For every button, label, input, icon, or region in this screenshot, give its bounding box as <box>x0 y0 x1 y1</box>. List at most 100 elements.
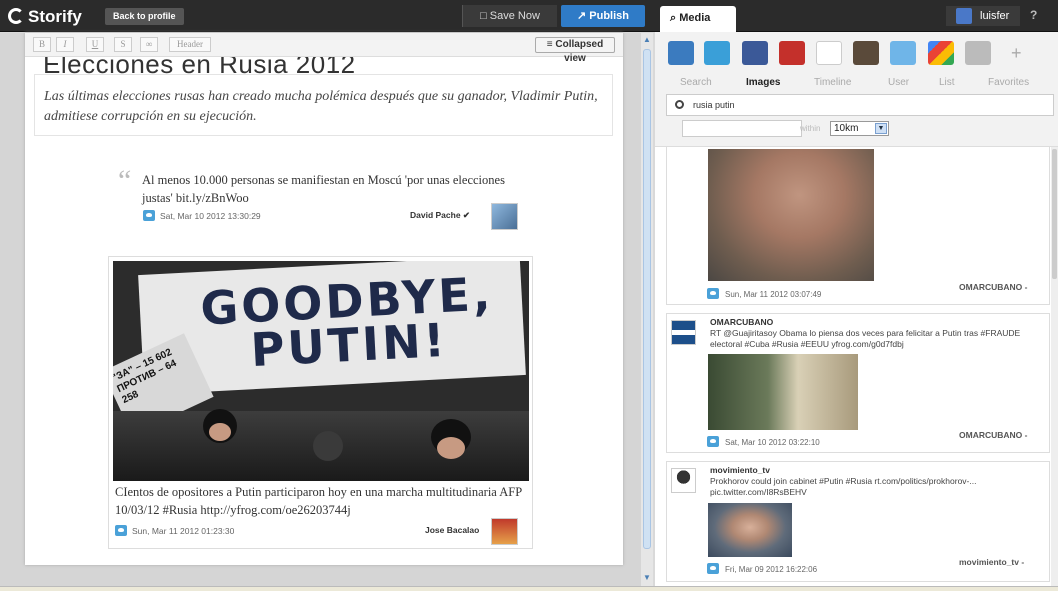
logo-text: Storify <box>28 7 82 26</box>
result-author: OMARCUBANO - <box>959 282 1028 292</box>
publish-icon: ↗ <box>576 10 590 22</box>
collapsed-label: Collapsed view <box>555 39 604 64</box>
collapsed-view-button[interactable]: ≡ Collapsed view <box>535 37 615 64</box>
scroll-down-icon[interactable]: ▼ <box>642 573 652 583</box>
tweet-author[interactable]: David Pache ✔ <box>410 210 470 221</box>
help-button[interactable]: ? <box>1030 8 1037 22</box>
save-label: Save Now <box>489 10 540 22</box>
result-photo[interactable] <box>708 149 874 281</box>
result-text: Prokhorov could join cabinet #Putin #Rus… <box>710 476 977 497</box>
search-icon <box>675 100 684 109</box>
editor-scrollbar[interactable]: ▲ ▼ <box>641 33 653 586</box>
within-label: within <box>800 124 821 133</box>
tweet-date[interactable]: Sat, Mar 10 2012 13:30:29 <box>160 211 261 221</box>
underline-button[interactable]: U <box>86 37 104 52</box>
story-editor: Elecciones en Rusia 2012 B I U S ∞ Heade… <box>0 33 653 586</box>
image-caption: CIentos de opositores a Putin participar… <box>115 485 522 517</box>
image-date[interactable]: Sun, Mar 11 2012 01:23:30 <box>132 526 234 536</box>
scrollbar-thumb[interactable] <box>1052 149 1057 279</box>
author-avatar[interactable] <box>491 203 518 230</box>
instagram-source-icon[interactable] <box>853 41 879 65</box>
scroll-up-icon[interactable]: ▲ <box>642 35 652 45</box>
user-menu-button[interactable]: luisfer <box>946 6 1020 26</box>
top-bar: Storify Back to profile □ Save Now ↗ Pub… <box>0 0 1058 32</box>
twitter-source-icon[interactable] <box>704 41 730 65</box>
media-result[interactable]: Sun, Mar 11 2012 03:07:49 OMARCUBANO - <box>666 147 1050 305</box>
result-date: Fri, Mar 09 2012 16:22:06 <box>725 565 818 574</box>
feed-source-icon[interactable] <box>890 41 916 65</box>
header-button[interactable]: Header <box>169 37 211 52</box>
sign-text: GOODBYE, PUTIN! <box>199 266 495 378</box>
location-input[interactable] <box>682 120 802 137</box>
twitter-icon <box>707 288 719 299</box>
flickr-source-icon[interactable] <box>816 41 842 65</box>
storify-source-icon[interactable] <box>668 41 694 65</box>
radius-value: 10km <box>834 123 859 134</box>
scrollbar-thumb[interactable] <box>643 49 651 549</box>
tab-images[interactable]: Images <box>746 77 780 88</box>
add-source-icon[interactable]: + <box>1011 43 1022 64</box>
media-result[interactable]: OMARCUBANO RT @Guajiritasoy Obama lo pie… <box>666 313 1050 453</box>
twitter-icon <box>143 210 155 221</box>
bold-button[interactable]: B <box>33 37 51 52</box>
status-bar <box>0 586 1058 591</box>
user-avatar <box>956 8 972 24</box>
result-handle: OMARCUBANO <box>710 317 774 327</box>
radius-select[interactable]: 10km ▼ <box>830 121 889 136</box>
image-author[interactable]: Jose Bacalao <box>425 525 479 535</box>
format-toolbar: B I U S ∞ Header ≡ Collapsed view <box>25 33 623 64</box>
protest-photo[interactable]: GOODBYE, PUTIN! "ЗА" – 15 602 ПРОТИВ – 6… <box>113 261 529 481</box>
storify-logo-icon <box>8 8 24 24</box>
result-photo[interactable] <box>708 503 792 557</box>
result-text: RT @Guajiritasoy Obama lo piensa dos vec… <box>710 328 1021 349</box>
chevron-down-icon: ▼ <box>875 123 887 134</box>
result-avatar <box>671 320 696 345</box>
strike-button[interactable]: S <box>114 37 132 52</box>
save-now-button[interactable]: □ Save Now <box>462 5 557 27</box>
tab-search[interactable]: Search <box>680 77 712 88</box>
quote-icon: “ <box>118 164 132 197</box>
result-handle: movimiento_tv <box>710 465 770 475</box>
publish-label: Publish <box>589 10 629 22</box>
media-tab-label: Media <box>679 12 711 24</box>
media-panel: + Search Images Timeline User List Favor… <box>655 32 1058 586</box>
link-icon: ∞ <box>145 39 153 49</box>
storify-logo[interactable]: Storify <box>8 7 82 27</box>
tab-user[interactable]: User <box>888 77 909 88</box>
result-date: Sun, Mar 11 2012 03:07:49 <box>725 290 822 299</box>
youtube-source-icon[interactable] <box>779 41 805 65</box>
italic-button[interactable]: I <box>56 37 74 52</box>
link-button[interactable]: ∞ <box>140 37 158 52</box>
result-author: OMARCUBANO - <box>959 430 1028 440</box>
story-description[interactable]: Las últimas elecciones rusas han creado … <box>34 74 613 136</box>
result-photo[interactable] <box>708 354 858 430</box>
media-result[interactable]: movimiento_tv Prokhorov could join cabin… <box>666 461 1050 582</box>
back-to-profile-button[interactable]: Back to profile <box>105 8 184 25</box>
tab-favorites[interactable]: Favorites <box>988 77 1029 88</box>
author-avatar[interactable] <box>491 518 518 545</box>
facebook-source-icon[interactable] <box>742 41 768 65</box>
search-value: rusia putin <box>693 100 735 110</box>
twitter-icon <box>707 563 719 574</box>
result-avatar <box>671 468 696 493</box>
publish-button[interactable]: ↗ Publish <box>561 5 645 27</box>
result-author: movimiento_tv - <box>959 557 1025 567</box>
tweet-text: Al menos 10.000 personas se manifiestan … <box>142 173 505 205</box>
twitter-icon <box>115 525 127 536</box>
result-date: Sat, Mar 10 2012 03:22:10 <box>725 438 820 447</box>
link-source-icon[interactable] <box>965 41 991 65</box>
story-document: Elecciones en Rusia 2012 B I U S ∞ Heade… <box>25 33 623 565</box>
tab-list[interactable]: List <box>939 77 955 88</box>
search-icon: ⌕ <box>670 12 680 24</box>
media-tab[interactable]: ⌕ Media <box>660 6 736 32</box>
save-icon: □ <box>480 10 490 22</box>
tab-timeline[interactable]: Timeline <box>814 77 851 88</box>
protester-face <box>437 437 465 459</box>
protester-head <box>313 431 343 461</box>
media-search-input[interactable]: rusia putin <box>666 94 1054 116</box>
image-card: GOODBYE, PUTIN! "ЗА" – 15 602 ПРОТИВ – 6… <box>108 256 533 549</box>
media-scrollbar[interactable] <box>1051 147 1058 586</box>
twitter-icon <box>707 436 719 447</box>
google-source-icon[interactable] <box>928 41 954 65</box>
user-name: luisfer <box>980 10 1010 22</box>
